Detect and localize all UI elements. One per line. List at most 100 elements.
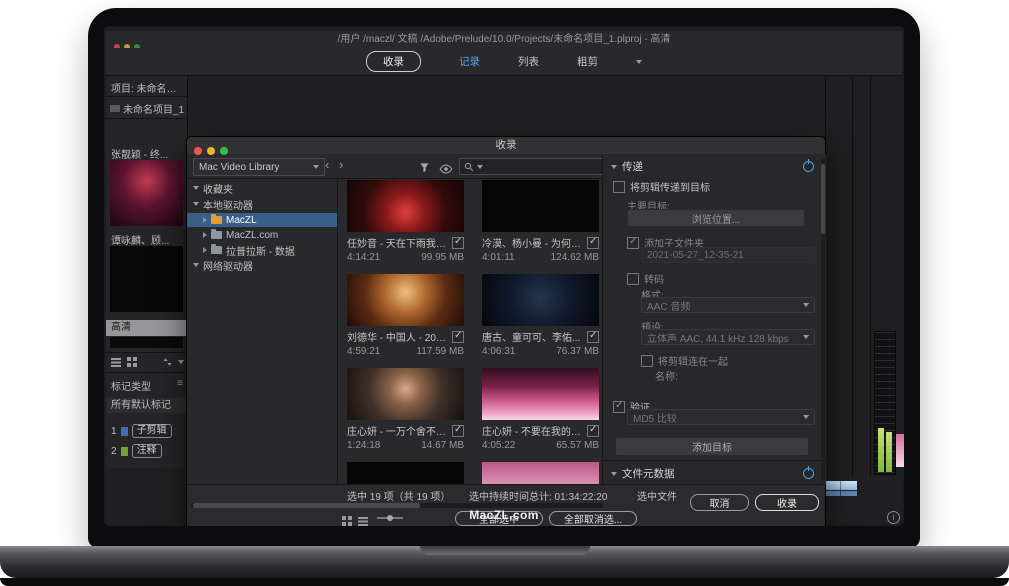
clip-thumbnail[interactable] bbox=[347, 180, 464, 232]
transfer-header[interactable]: 传递 bbox=[611, 159, 643, 174]
folder-icon bbox=[211, 231, 222, 239]
thumbnail-view-icon[interactable] bbox=[127, 357, 137, 367]
project-clip-thumbnail[interactable] bbox=[110, 160, 183, 226]
tab-ingest[interactable]: 收录 bbox=[366, 51, 421, 72]
clip-card[interactable]: 庄心妍 - 不要在我的伤... 4:05:2265.57 MB bbox=[482, 368, 599, 451]
tree-item-local-drives[interactable]: 本地驱动器 bbox=[187, 197, 337, 211]
clip-card[interactable]: 刘德华 - 中国人 - 2011 ... 4:59:21117.59 MB bbox=[347, 274, 464, 357]
subfolder-checkbox[interactable] bbox=[627, 237, 639, 249]
window-titlebar: /用户 /maczl/ 文稿 /Adobe/Prelude/10.0/Proje… bbox=[106, 31, 902, 48]
clip-card[interactable]: 冷漠、杨小曼 - 为何自... 4:01:11124.62 MB bbox=[482, 180, 599, 263]
transfer-scrollbar[interactable] bbox=[821, 158, 825, 481]
forward-icon[interactable]: › bbox=[339, 157, 343, 172]
add-target-button[interactable]: 添加目标 bbox=[615, 437, 809, 456]
chevron-down-icon bbox=[313, 165, 319, 169]
tree-item-favorites[interactable]: 收藏夹 bbox=[187, 181, 337, 195]
preset-dropdown[interactable]: 立体声 AAC, 44.1 kHz 128 kbps bbox=[641, 329, 815, 345]
stitch-checkbox[interactable] bbox=[641, 355, 653, 367]
hamburger-icon[interactable]: ≡ bbox=[177, 378, 183, 393]
expander-icon[interactable] bbox=[203, 217, 207, 223]
project-clip-label[interactable]: 谭咏麟、顾... bbox=[111, 232, 185, 247]
sort-menu-chevron-icon[interactable] bbox=[178, 360, 184, 364]
ingest-dialog: 收录 Mac Video Library ‹ › bbox=[186, 136, 826, 526]
tree-item-maczl[interactable]: MacZL bbox=[187, 213, 337, 227]
clip-thumbnail[interactable] bbox=[482, 368, 599, 420]
clip-duration: 4:59:21 bbox=[347, 346, 380, 357]
clip-size: 65.57 MB bbox=[556, 440, 599, 451]
power-icon[interactable] bbox=[803, 468, 814, 479]
tab-rough-cut[interactable]: 粗剪 bbox=[577, 54, 598, 69]
clip-size: 124.62 MB bbox=[551, 252, 599, 263]
marker-index: 1 bbox=[111, 426, 117, 437]
browse-location-button[interactable]: 浏览位置... bbox=[627, 209, 805, 227]
expander-icon[interactable] bbox=[203, 247, 207, 253]
project-clip-label-selected[interactable]: 高清 bbox=[106, 320, 187, 336]
clip-card-partial[interactable] bbox=[347, 462, 464, 485]
tab-list[interactable]: 列表 bbox=[518, 54, 539, 69]
project-item[interactable]: 未命名项目_1 bbox=[110, 101, 184, 116]
section-chevron-icon[interactable] bbox=[611, 165, 617, 169]
power-icon[interactable] bbox=[803, 161, 814, 172]
chevron-down-icon bbox=[803, 335, 809, 339]
project-clip-thumbnail[interactable] bbox=[110, 246, 183, 312]
project-clip-label[interactable]: 张靓颖 - 终... bbox=[111, 146, 185, 161]
clip-card[interactable]: 唐古、童可可、李佑... 4:06:3176.37 MB bbox=[482, 274, 599, 357]
transfer-checkbox[interactable] bbox=[613, 181, 625, 193]
clip-thumbnail[interactable] bbox=[347, 274, 464, 326]
clip-title: 庄心妍 - 不要在我的伤... bbox=[482, 423, 584, 438]
clip-thumbnail[interactable] bbox=[482, 180, 599, 232]
clip-grid: 任妙音 - 天在下雨我在... 4:14:2199.95 MB 冷漠、杨小曼 -… bbox=[337, 178, 602, 485]
transcode-checkbox[interactable] bbox=[627, 273, 639, 285]
project-clip-thumbnail[interactable] bbox=[110, 337, 183, 348]
file-metadata-header[interactable]: 文件元数据 bbox=[611, 466, 675, 481]
marker-row[interactable]: 2 注释 bbox=[111, 444, 162, 458]
tree-item-laplace-data[interactable]: 拉普拉斯 - 数据 bbox=[187, 243, 337, 257]
verify-method-dropdown[interactable]: MD5 比较 bbox=[627, 409, 815, 425]
laptop-screen: /用户 /maczl/ 文稿 /Adobe/Prelude/10.0/Proje… bbox=[104, 26, 904, 526]
expander-icon[interactable] bbox=[203, 232, 207, 238]
clip-checkbox[interactable] bbox=[587, 425, 599, 437]
workspace-menu-chevron-icon[interactable] bbox=[636, 60, 642, 64]
clip-card-partial[interactable] bbox=[482, 462, 599, 485]
clip-checkbox[interactable] bbox=[452, 425, 464, 437]
clip-checkbox[interactable] bbox=[587, 237, 599, 249]
tree-item-network-drives[interactable]: 网络驱动器 bbox=[187, 258, 337, 272]
clip-thumbnail[interactable] bbox=[347, 368, 464, 420]
source-dropdown[interactable]: Mac Video Library bbox=[193, 158, 325, 176]
format-dropdown[interactable]: AAC 音频 bbox=[641, 297, 815, 313]
transcode-row[interactable]: 转码 bbox=[627, 271, 664, 286]
tree-item-maczl-com[interactable]: MacZL.com bbox=[187, 228, 337, 242]
clip-card[interactable]: 庄心妍 - 一万个舍不得 -... 1:24:1814.67 MB bbox=[347, 368, 464, 451]
eye-icon[interactable] bbox=[439, 161, 453, 179]
list-view-icon[interactable] bbox=[111, 357, 121, 367]
magnifier-icon bbox=[464, 162, 474, 172]
expander-icon[interactable] bbox=[193, 202, 199, 206]
marker-row[interactable]: 1 子剪辑 bbox=[111, 424, 172, 438]
transfer-enable-row[interactable]: 将剪辑传递到目标 bbox=[613, 179, 710, 194]
marker-label[interactable]: 注释 bbox=[132, 444, 162, 458]
marker-label[interactable]: 子剪辑 bbox=[132, 424, 172, 438]
marker-types-header: 标记类型 ≡ bbox=[111, 378, 183, 393]
sort-icon[interactable] bbox=[163, 357, 172, 367]
search-scope-chevron-icon bbox=[477, 165, 483, 169]
section-chevron-icon[interactable] bbox=[611, 472, 617, 476]
clip-card[interactable]: 任妙音 - 天在下雨我在... 4:14:2199.95 MB bbox=[347, 180, 464, 263]
back-icon[interactable]: ‹ bbox=[325, 157, 329, 172]
clip-checkbox[interactable] bbox=[452, 331, 464, 343]
marker-set-label[interactable]: 所有默认标记 bbox=[106, 398, 187, 413]
expander-icon[interactable] bbox=[193, 263, 199, 267]
folder-icon bbox=[211, 246, 222, 254]
laptop-base-notch bbox=[420, 546, 590, 555]
clip-checkbox[interactable] bbox=[587, 331, 599, 343]
chevron-down-icon bbox=[803, 303, 809, 307]
audio-meter bbox=[874, 331, 896, 475]
subfolder-name-field[interactable]: 2021-05-27_12-35-21 bbox=[641, 247, 815, 263]
filter-icon[interactable] bbox=[419, 160, 430, 178]
tab-logging[interactable]: 记录 bbox=[459, 54, 480, 69]
monitor-thumbnail bbox=[896, 434, 904, 467]
stitch-row[interactable]: 将剪辑连在一起 bbox=[641, 353, 728, 368]
expander-icon[interactable] bbox=[193, 186, 199, 190]
verify-checkbox[interactable] bbox=[613, 401, 625, 413]
clip-thumbnail[interactable] bbox=[482, 274, 599, 326]
clip-checkbox[interactable] bbox=[452, 237, 464, 249]
